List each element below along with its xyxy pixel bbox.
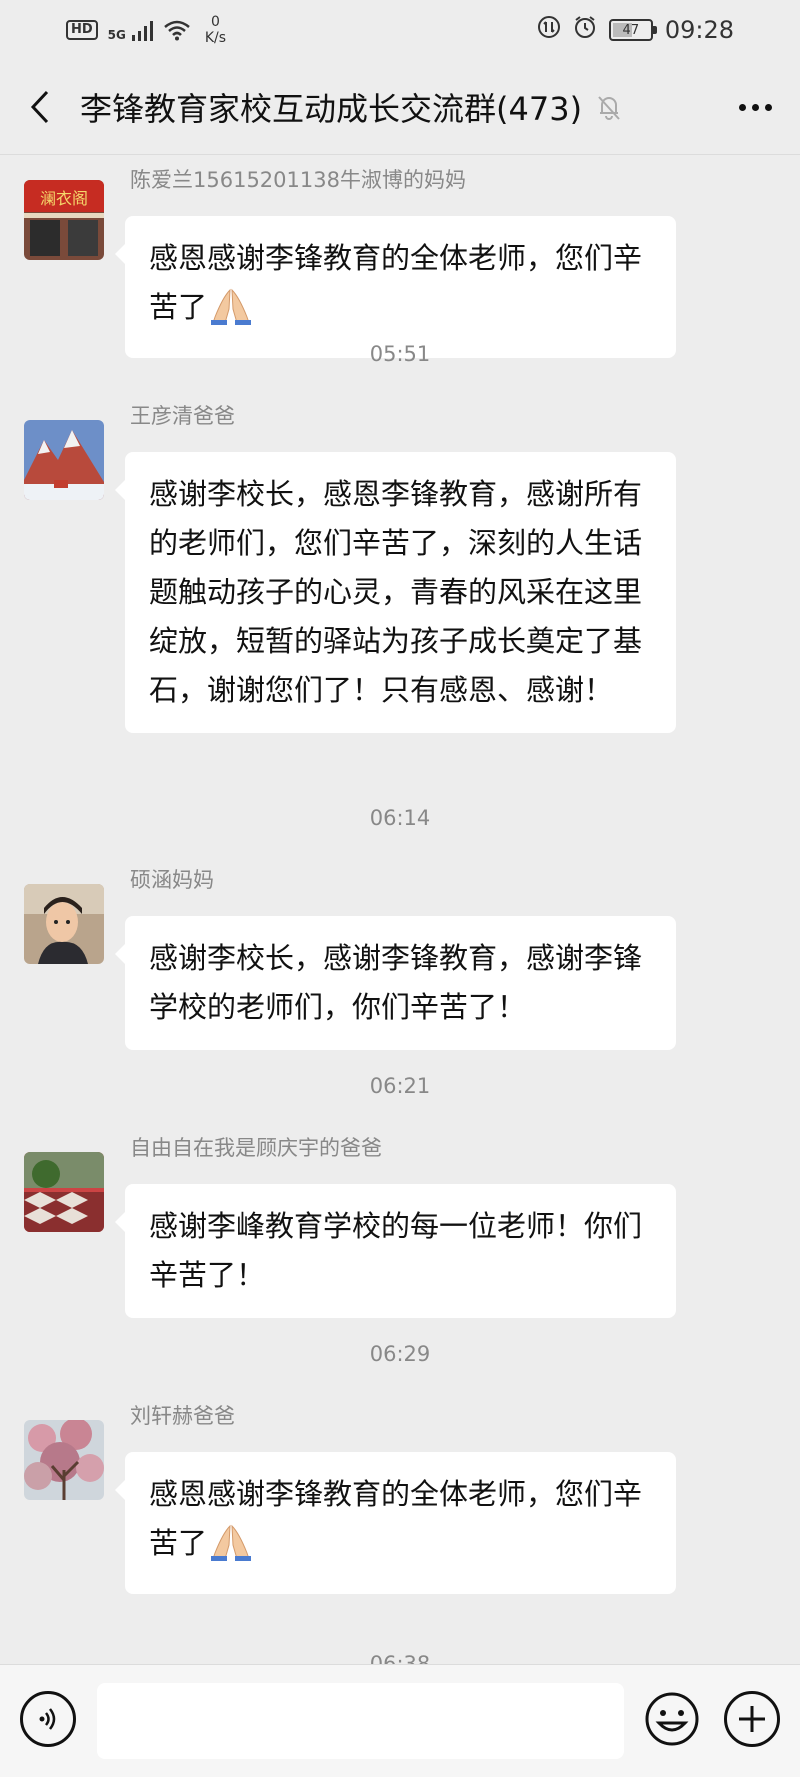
message-text: 感谢李校长，感恩李锋教育，感谢所有的老师们，您们辛苦了，深刻的人生话题触动孩子的…	[149, 477, 643, 707]
avatar[interactable]	[24, 1152, 104, 1232]
timestamp: 06:21	[369, 1074, 431, 1098]
avatar[interactable]	[24, 1420, 104, 1500]
message-text: 感谢李校长，感谢李锋教育，感谢李锋学校的老师们，你们辛苦了！	[149, 941, 643, 1024]
emoji-icon	[645, 1692, 699, 1746]
timestamp: 06:14	[369, 806, 431, 830]
plus-button[interactable]	[724, 1691, 780, 1747]
message-bubble[interactable]: 感恩感谢李锋教育的全体老师，您们辛苦了	[115, 216, 676, 358]
sender-name: 王彦清爸爸	[130, 404, 235, 428]
folded-hands-emoji-icon	[211, 1523, 252, 1576]
message-input[interactable]	[97, 1683, 624, 1759]
message-bubble[interactable]: 感恩感谢李锋教育的全体老师，您们辛苦了	[115, 1452, 676, 1594]
chevron-left-icon	[30, 90, 49, 124]
battery-icon: 47	[608, 19, 657, 41]
message-bubble[interactable]: 感谢李峰教育学校的每一位老师！你们辛苦了！	[115, 1184, 676, 1318]
sender-name: 自由自在我是顾庆宇的爸爸	[130, 1136, 382, 1160]
sender-name: 硕涵妈妈	[130, 868, 214, 892]
alarm-icon	[573, 15, 597, 45]
emoji-button[interactable]	[644, 1691, 700, 1747]
sync-icon	[537, 15, 561, 45]
svg-text:澜衣阁: 澜衣阁	[40, 189, 88, 208]
message-text: 感谢李峰教育学校的每一位老师！你们辛苦了！	[149, 1209, 643, 1292]
message-bubble[interactable]: 感谢李校长，感谢李锋教育，感谢李锋学校的老师们，你们辛苦了！	[115, 916, 676, 1050]
timestamp: 06:38	[369, 1652, 431, 1664]
avatar[interactable]	[24, 884, 104, 964]
hd-indicator: HD	[66, 20, 98, 40]
more-button[interactable]	[710, 60, 800, 155]
network-speed: 0 K/s	[205, 14, 226, 46]
plus-icon	[739, 1706, 765, 1732]
folded-hands-emoji-icon	[211, 287, 252, 340]
speed-unit: K/s	[204, 30, 227, 46]
message-bubble[interactable]: 感谢李校长，感恩李锋教育，感谢所有的老师们，您们辛苦了，深刻的人生话题触动孩子的…	[115, 452, 676, 733]
voice-button[interactable]	[20, 1691, 76, 1747]
mute-indicator	[594, 92, 624, 122]
chat-header: 李锋教育家校互动成长交流群(473)	[0, 60, 800, 155]
voice-icon	[39, 1708, 56, 1730]
signal-icon	[131, 19, 153, 41]
clock: 09:28	[664, 16, 734, 44]
chat-messages[interactable]: 澜衣阁 陈爱兰15615201138牛淑博的妈妈 感恩感谢李锋教育的全体老师，您…	[0, 156, 800, 1664]
back-button[interactable]	[0, 60, 80, 155]
network-type: 5G	[107, 28, 126, 42]
chat-title: 李锋教育家校互动成长交流群(473)	[80, 90, 583, 128]
more-dots-icon	[738, 103, 746, 111]
avatar[interactable]: 澜衣阁	[24, 180, 104, 260]
battery-level: 47	[622, 22, 640, 38]
timestamp: 06:29	[369, 1342, 431, 1366]
avatar[interactable]	[24, 420, 104, 500]
wifi-icon	[163, 19, 191, 41]
speed-value: 0	[211, 14, 220, 30]
input-bar	[0, 1664, 800, 1777]
status-bar: HD 5G 0 K/s 47 09:28	[0, 0, 800, 60]
sender-name: 刘轩赫爸爸	[130, 1404, 235, 1428]
timestamp: 05:51	[369, 342, 431, 366]
bell-off-icon	[598, 96, 620, 120]
sender-name: 陈爱兰15615201138牛淑博的妈妈	[130, 168, 466, 192]
